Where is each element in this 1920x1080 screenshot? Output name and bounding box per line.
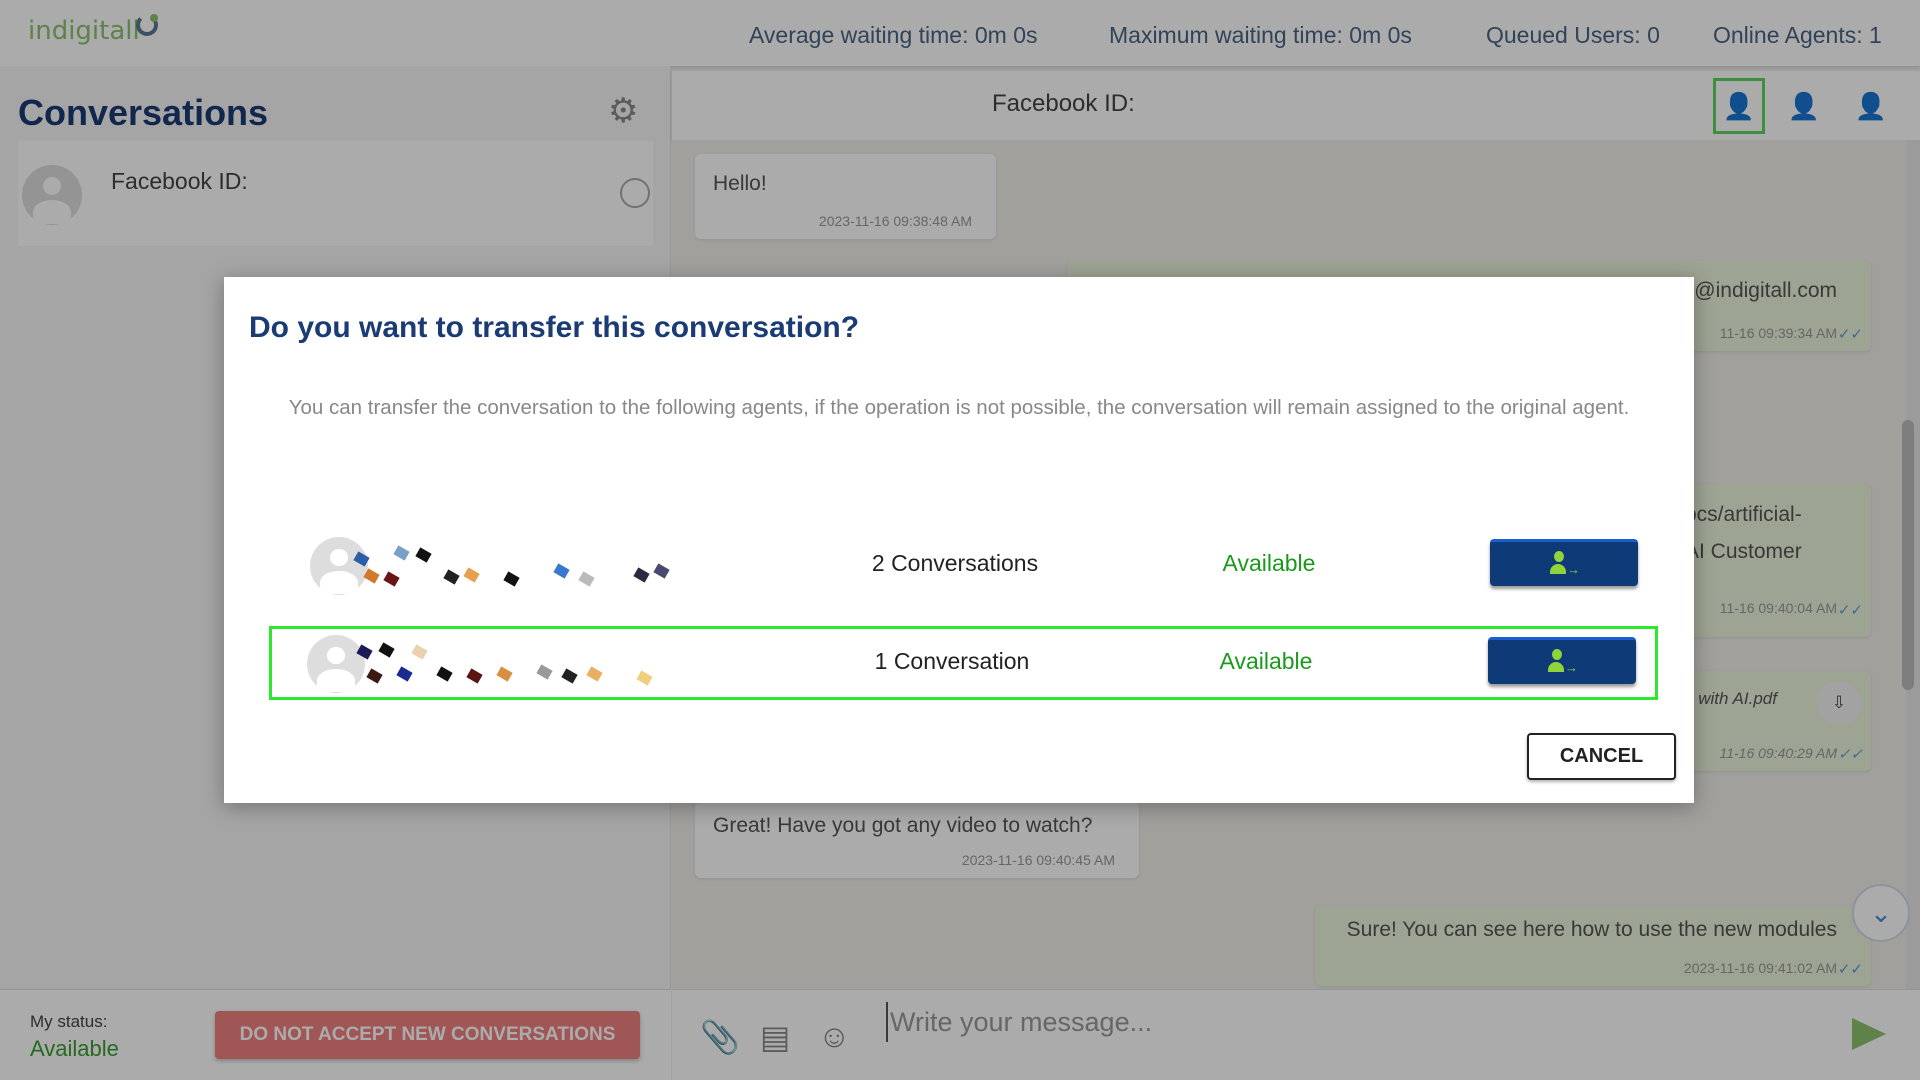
- user-transfer-icon: →: [1548, 649, 1578, 675]
- redacted-agent-name: [356, 642, 678, 686]
- transfer-dialog: Do you want to transfer this conversatio…: [224, 277, 1694, 803]
- agent-avatar: [307, 635, 365, 693]
- agent-conversation-count: 2 Conversations: [871, 550, 1039, 576]
- transfer-to-agent-button[interactable]: →: [1490, 539, 1638, 586]
- user-transfer-icon: →: [1550, 551, 1580, 577]
- agent-row-selected: 1 Conversation Available →: [269, 626, 1658, 700]
- agent-conversation-count: 1 Conversation: [874, 648, 1030, 674]
- agent-row: 2 Conversations Available →: [269, 528, 1658, 602]
- transfer-to-agent-button[interactable]: →: [1488, 637, 1636, 684]
- agent-status: Available: [1222, 550, 1316, 576]
- dialog-title: Do you want to transfer this conversatio…: [249, 311, 860, 344]
- redacted-agent-name: [353, 545, 675, 587]
- cancel-button[interactable]: CANCEL: [1527, 733, 1676, 780]
- agent-status: Available: [1219, 648, 1313, 674]
- dialog-description: You can transfer the conversation to the…: [288, 396, 1630, 419]
